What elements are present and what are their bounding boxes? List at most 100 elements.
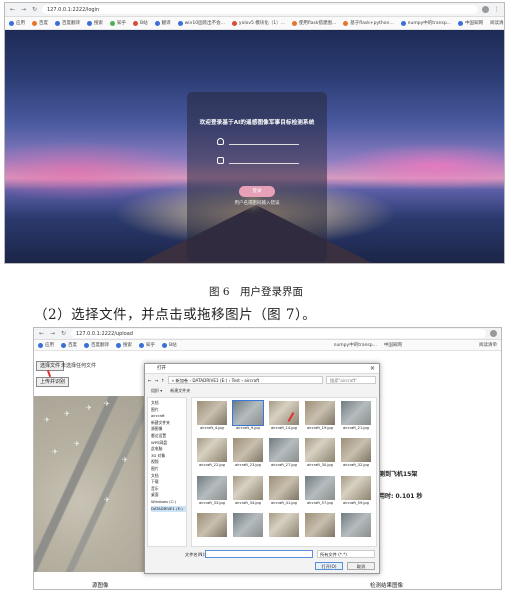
nav-pane-item[interactable]: 文档 — [151, 400, 186, 407]
nav-pane-item[interactable]: 雷达设置 — [151, 433, 186, 440]
forward-icon[interactable]: → — [49, 330, 56, 337]
bookmark-item[interactable]: 百度翻译 — [84, 342, 109, 348]
login-card: 欢迎登录基于AI的遥感图像军事目标检测系统 登录 用户名或密码输入错误 — [187, 92, 327, 262]
bookmark-item[interactable]: B站 — [162, 342, 177, 348]
file-tile[interactable]: aircraft_41.jpg — [268, 475, 300, 510]
aircraft-icon: ✈ — [52, 448, 58, 456]
filename-input[interactable] — [205, 550, 313, 558]
file-tile[interactable] — [232, 512, 264, 543]
bookmark-item[interactable]: win10固装出不会... — [177, 20, 225, 26]
nav-pane-item[interactable]: 音乐 — [151, 486, 186, 493]
up-icon[interactable]: ↑ — [161, 378, 165, 383]
file-name: aircraft_32.jpg — [343, 463, 369, 468]
nav-pane-item[interactable]: 图片 — [151, 407, 186, 414]
file-tile[interactable]: aircraft_34.jpg — [232, 475, 264, 510]
file-tile[interactable]: aircraft_32.jpg — [340, 438, 372, 472]
file-name: aircraft_21.jpg — [343, 426, 369, 430]
address-bar[interactable]: 127.0.0.1:2222/login — [42, 5, 478, 14]
profile-icon[interactable] — [490, 330, 497, 337]
reading-list[interactable]: 阅读清单 — [479, 342, 497, 348]
cancel-button[interactable]: 取消 — [347, 562, 375, 570]
bookmark-item[interactable]: 知乎 — [110, 20, 126, 26]
bookmark-item[interactable]: 搜索 — [87, 20, 103, 26]
path-breadcrumb[interactable]: « 新加卷 › DATADRIVE1 (E:) › Test › aircraf… — [167, 376, 323, 384]
bookmark-item[interactable]: 中国知网 — [384, 342, 402, 348]
bookmark-label: 搜索 — [123, 343, 132, 348]
bookmark-item[interactable]: 搜索 — [116, 342, 132, 348]
file-tile[interactable] — [196, 512, 228, 543]
profile-icon[interactable] — [482, 6, 489, 13]
password-input[interactable] — [229, 157, 299, 164]
file-tile[interactable]: aircraft_9.jpg — [232, 400, 264, 435]
bookmark-item[interactable]: 使用flask搭建图... — [291, 20, 336, 26]
dialog-toolbar[interactable]: 组织 ▾ 新建文件夹 — [145, 386, 379, 395]
forward-icon[interactable]: → — [155, 378, 159, 383]
login-button[interactable]: 登录 — [239, 186, 275, 197]
nav-pane-item[interactable]: DATADRIVE1 (E:) — [151, 505, 186, 513]
reading-list[interactable]: 阅读清单 — [490, 20, 504, 26]
bookmark-icon — [32, 20, 37, 26]
file-tile[interactable]: aircraft_59.jpg — [340, 475, 372, 510]
reload-icon[interactable]: ↻ — [31, 6, 38, 13]
file-tile[interactable]: aircraft_27.jpg — [268, 438, 300, 472]
upload-recognize-button[interactable]: 上传并识别 — [36, 377, 70, 387]
file-tile[interactable]: aircraft_30.jpg — [304, 438, 336, 472]
back-icon[interactable]: ← — [148, 378, 152, 383]
file-tile[interactable]: aircraft_4.jpg — [196, 401, 228, 435]
file-tile[interactable]: aircraft_23.jpg — [232, 438, 264, 472]
nav-pane-item[interactable]: 文档 — [151, 473, 186, 480]
nav-pane-item[interactable]: 图片 — [151, 466, 186, 473]
nav-pane-item[interactable]: 3D 对象 — [151, 453, 186, 460]
nav-pane-item[interactable]: WPS网盘 — [151, 440, 186, 447]
file-tile[interactable]: aircraft_21.jpg — [340, 401, 372, 435]
bookmark-label: B站 — [169, 343, 177, 348]
file-tile[interactable] — [268, 512, 300, 543]
bookmark-item[interactable]: 基于flask+python... — [343, 20, 394, 26]
nav-pane-item[interactable]: aircraft — [151, 413, 186, 420]
bookmark-item[interactable]: yolov5 模块化（1）... — [231, 20, 285, 26]
file-tile[interactable]: aircraft_19.jpg — [304, 401, 336, 435]
file-tile[interactable]: aircraft_14.jpg — [268, 401, 300, 435]
bookmark-item[interactable]: 翻译 — [154, 20, 171, 26]
nav-pane-item[interactable]: 新建文件夹 — [151, 420, 186, 427]
bookmark-item[interactable]: 应用 — [9, 20, 25, 26]
login-screenshot: ← → ↻ 127.0.0.1:2222/login ⋮ 应用 百度 百度翻译 搜索 知… — [4, 2, 505, 264]
forward-icon[interactable]: → — [20, 6, 27, 13]
choose-file-button[interactable]: 选择文件 — [36, 361, 65, 371]
bookmark-item[interactable]: 知乎 — [139, 342, 155, 348]
bookmark-icon — [457, 20, 463, 26]
close-icon[interactable]: × — [370, 364, 375, 374]
aircraft-icon: ✈ — [64, 410, 70, 418]
username-input[interactable] — [229, 138, 299, 145]
back-icon[interactable]: ← — [38, 330, 45, 337]
bookmark-item[interactable]: numpy中的transp... — [400, 20, 451, 26]
dialog-search-input[interactable]: 搜索"aircraft" — [326, 376, 376, 384]
file-tile[interactable]: aircraft_22.jpg — [196, 438, 228, 472]
bookmark-item[interactable]: 应用 — [38, 342, 54, 348]
nav-pane-item[interactable]: 视频 — [151, 459, 186, 466]
back-icon[interactable]: ← — [9, 6, 16, 13]
username-field[interactable] — [217, 138, 327, 145]
address-bar[interactable]: 127.0.0.1:2222/upload — [71, 329, 486, 338]
nav-pane-item[interactable]: 源图像 — [151, 426, 186, 433]
menu-icon[interactable]: ⋮ — [493, 6, 500, 13]
nav-pane-item[interactable]: 桌面 — [151, 492, 186, 499]
password-field[interactable] — [217, 157, 327, 164]
filetype-select[interactable]: 所有文件 (*.*) — [317, 550, 375, 558]
bookmark-item[interactable]: 中国知网 — [457, 20, 483, 26]
file-tile[interactable]: aircraft_57.jpg — [304, 475, 336, 510]
file-tile[interactable] — [304, 512, 336, 543]
bookmark-item[interactable]: B站 — [133, 20, 148, 26]
bookmark-item[interactable]: 百度翻译 — [55, 20, 80, 26]
bookmark-item[interactable]: numpy中的transp... — [334, 342, 377, 348]
reload-icon[interactable]: ↻ — [60, 330, 67, 337]
bookmark-item[interactable]: 百度 — [32, 20, 48, 26]
nav-pane-item[interactable]: 此电脑 — [151, 446, 186, 453]
open-button[interactable]: 打开(O) — [315, 562, 343, 570]
nav-pane-item[interactable]: 下载 — [151, 479, 186, 486]
file-tile[interactable]: aircraft_33.jpg — [196, 475, 228, 510]
file-tile[interactable] — [340, 512, 372, 543]
bookmark-item[interactable]: 百度 — [61, 342, 77, 348]
file-name: aircraft_57.jpg — [307, 500, 333, 505]
nav-pane-item[interactable]: Windows (C:) — [151, 499, 186, 506]
